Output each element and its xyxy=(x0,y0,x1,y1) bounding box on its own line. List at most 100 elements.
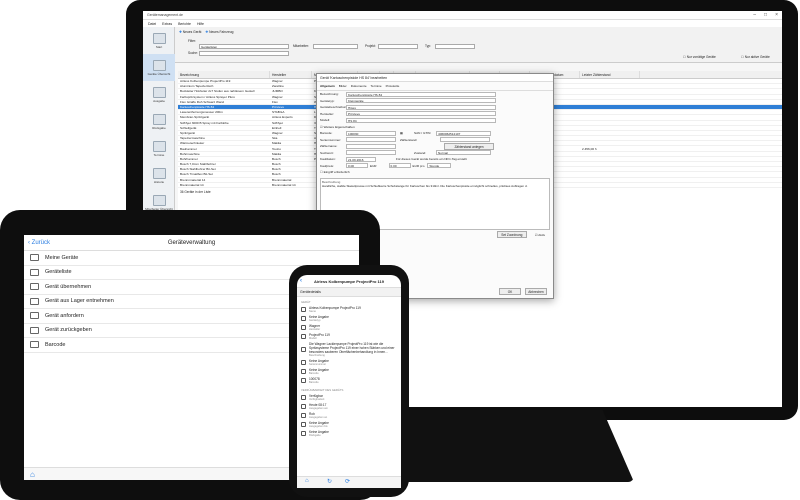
detail-icon xyxy=(301,347,306,352)
search-input[interactable] xyxy=(199,51,289,56)
detail-icon xyxy=(301,378,306,383)
phone-section-device: GERÄT xyxy=(301,300,311,304)
countername-field[interactable] xyxy=(346,143,396,149)
grid-column-header[interactable]: Letzter Zählerstand xyxy=(580,71,640,78)
set-assignment-button[interactable]: Set Zuordnung xyxy=(496,231,527,239)
phone-detail-item[interactable]: ProjectPro 119 Modell xyxy=(297,332,401,341)
eingriff-label: Eingriff erforderlich xyxy=(323,170,350,175)
home-icon[interactable]: ⌂ xyxy=(305,478,309,484)
search-label: Suche: xyxy=(188,51,198,55)
detail-subtitle: Ausgegeben am xyxy=(309,407,328,410)
dialog-tab[interactable]: Protokolle xyxy=(386,84,400,88)
tablet-menu-item[interactable]: Meine Geräte xyxy=(24,251,359,266)
grid-cell-name: Bohrhammer xyxy=(180,156,198,161)
cancel-button[interactable]: Abbrechen xyxy=(525,288,547,295)
dialog-field-label: Bezeichnung: xyxy=(320,92,339,97)
detail-subtitle: Gerätetyp xyxy=(309,319,321,322)
close-icon[interactable]: × xyxy=(775,12,778,18)
option-aktiv[interactable]: ☐ Nur aktive Geräte xyxy=(741,55,770,59)
grid-cell-name: SATAjet 3000 B Spray mit Farbkrbe xyxy=(180,120,229,125)
gtin-field[interactable]: 4060062512107 xyxy=(436,130,491,136)
menu-hilfe[interactable]: Hilfe xyxy=(197,22,204,26)
phone-detail-item[interactable]: Keine Angabe Rückgabe xyxy=(297,429,401,438)
aktiv-checkbox[interactable]: ☑ Aktiv xyxy=(535,233,545,237)
tablet-menu-label: Gerät aus Lager entnehmen xyxy=(45,298,114,305)
dialog-field-input[interactable]: Kartuschenpistole HS 84 xyxy=(346,91,496,97)
location-field[interactable] xyxy=(346,150,396,156)
phone-detail-item[interactable]: Heute 08:17 Ausgegeben am xyxy=(297,402,401,411)
detail-subtitle: Barcode xyxy=(309,372,319,375)
phone-detail-item[interactable]: 100078 Barcode xyxy=(297,376,401,385)
nav-ausgabe[interactable]: Ausgabe xyxy=(143,81,175,108)
sync-icon[interactable]: ⟳ xyxy=(345,478,350,485)
mitarbeiter-label: Mitarbeiter: xyxy=(293,44,309,48)
phone-detail-item[interactable]: Verfügbar Verfügbarkeit xyxy=(297,393,401,402)
list-icon xyxy=(30,268,39,276)
grid-cell-maker: Bosch xyxy=(272,167,281,172)
new-vehicle-button[interactable]: ✚ Neues Fahrzeug xyxy=(205,30,233,34)
aktiv-label: Aktiv xyxy=(538,232,545,237)
nav-start[interactable]: Start xyxy=(143,27,175,54)
phone-detail-item[interactable]: Keine Angabe Barcode xyxy=(297,367,401,376)
detail-subtitle: Seriennummer xyxy=(309,363,327,366)
menu-datei[interactable]: Datei xyxy=(148,22,156,26)
grid-column-header[interactable]: Hersteller xyxy=(270,71,312,78)
detail-icon xyxy=(301,307,306,312)
dialog-field-input[interactable]: Hipes xyxy=(346,104,496,110)
kaufdatum-field[interactable]: 21.09.2016 xyxy=(346,156,376,162)
maximize-icon[interactable]: □ xyxy=(764,12,767,18)
home-icon[interactable]: ⌂ xyxy=(30,470,35,479)
option-vorraetig[interactable]: ☐ Nur vorrätige Geräte xyxy=(683,55,716,59)
serial-field[interactable] xyxy=(346,137,396,143)
menu-berichte[interactable]: Berichte xyxy=(178,22,191,26)
counter-field[interactable] xyxy=(440,137,490,143)
dialog-field-input[interactable]: HS 84 xyxy=(346,117,496,123)
grid-cell-maker: JUMBO xyxy=(272,89,283,94)
dialog-tab[interactable]: Termine xyxy=(371,84,382,88)
dialog-field-input[interactable]: Kleingeräte xyxy=(346,98,496,104)
mietpreis-unit: EUR pro xyxy=(412,163,425,168)
mietpreis-period-select[interactable]: Stunde xyxy=(427,163,452,169)
beschreibung-text: Handliche, stabile Skelettpresse mit Sch… xyxy=(322,183,528,188)
mietpreis-field[interactable]: 0,00 xyxy=(388,163,411,169)
dialog-tab[interactable]: Bilder xyxy=(339,84,347,88)
barcode-field[interactable]: 100030 xyxy=(346,130,396,136)
phone-detail-item[interactable]: Airless Kolbenpumpe ProjectPro 119 Name xyxy=(297,305,401,314)
dialog-tab[interactable]: Allgemein xyxy=(320,84,335,88)
refresh-icon[interactable]: ↻ xyxy=(327,478,332,485)
typ-select[interactable] xyxy=(435,44,475,49)
mitarbeiter-select[interactable] xyxy=(313,44,358,49)
nav-historie[interactable]: Historie xyxy=(143,162,175,189)
phone-detail-item[interactable]: Wagner Hersteller xyxy=(297,323,401,332)
phone-detail-item[interactable]: Rob Ausgegeben an xyxy=(297,411,401,420)
kaufpreis-field[interactable]: 0,00 xyxy=(346,163,368,169)
nav-geraete-uebersicht[interactable]: Geräte Übersicht xyxy=(143,54,175,81)
dialog-field-input[interactable]: Prinzeve xyxy=(346,111,496,117)
phone-detail-item[interactable]: Keine Angabe Gerätetyp xyxy=(297,314,401,323)
detail-icon xyxy=(301,395,306,400)
eingriff-row[interactable]: ☐ Eingriff erforderlich xyxy=(317,169,553,176)
nav-termine[interactable]: Termine xyxy=(143,135,175,162)
filter-select[interactable]: Gerätelisten xyxy=(199,44,289,49)
grid-cell-name: Brennnmaterial 14 xyxy=(180,177,206,182)
detail-icon xyxy=(301,360,306,365)
dialog-tab[interactable]: Dokumente xyxy=(351,84,367,88)
phone-detail-item[interactable]: Keine Angabe Seriennummer xyxy=(297,358,401,367)
barcode-scan-icon[interactable]: ▦ xyxy=(400,131,414,135)
nav-rueckgabe[interactable]: Rückgabe xyxy=(143,108,175,135)
zustand-select[interactable]: Normal xyxy=(436,150,491,156)
grid-column-header[interactable]: Bezeichnung xyxy=(178,71,270,78)
phone-detail-item[interactable]: Die Wagner Lackierpumpe ProjectPro 119 i… xyxy=(297,341,401,358)
menu-extras[interactable]: Extras xyxy=(162,22,172,26)
phone-tab[interactable]: Gerätedetails xyxy=(297,288,401,297)
phone-detail-item[interactable]: Keine Angabe Ausgegeben bis xyxy=(297,420,401,429)
tablet-menu-label: Barcode xyxy=(45,341,66,348)
projekt-select[interactable] xyxy=(378,44,418,49)
minimize-icon[interactable]: – xyxy=(753,12,756,18)
add-counter-button[interactable]: Zählerstand anlegen xyxy=(444,142,494,150)
phone-back-icon[interactable]: ‹ xyxy=(300,278,302,284)
detail-icon xyxy=(301,431,306,436)
ok-button[interactable]: OK xyxy=(499,288,521,295)
new-device-button[interactable]: ✚ Neues Gerät xyxy=(179,30,201,34)
detail-icon xyxy=(301,369,306,374)
